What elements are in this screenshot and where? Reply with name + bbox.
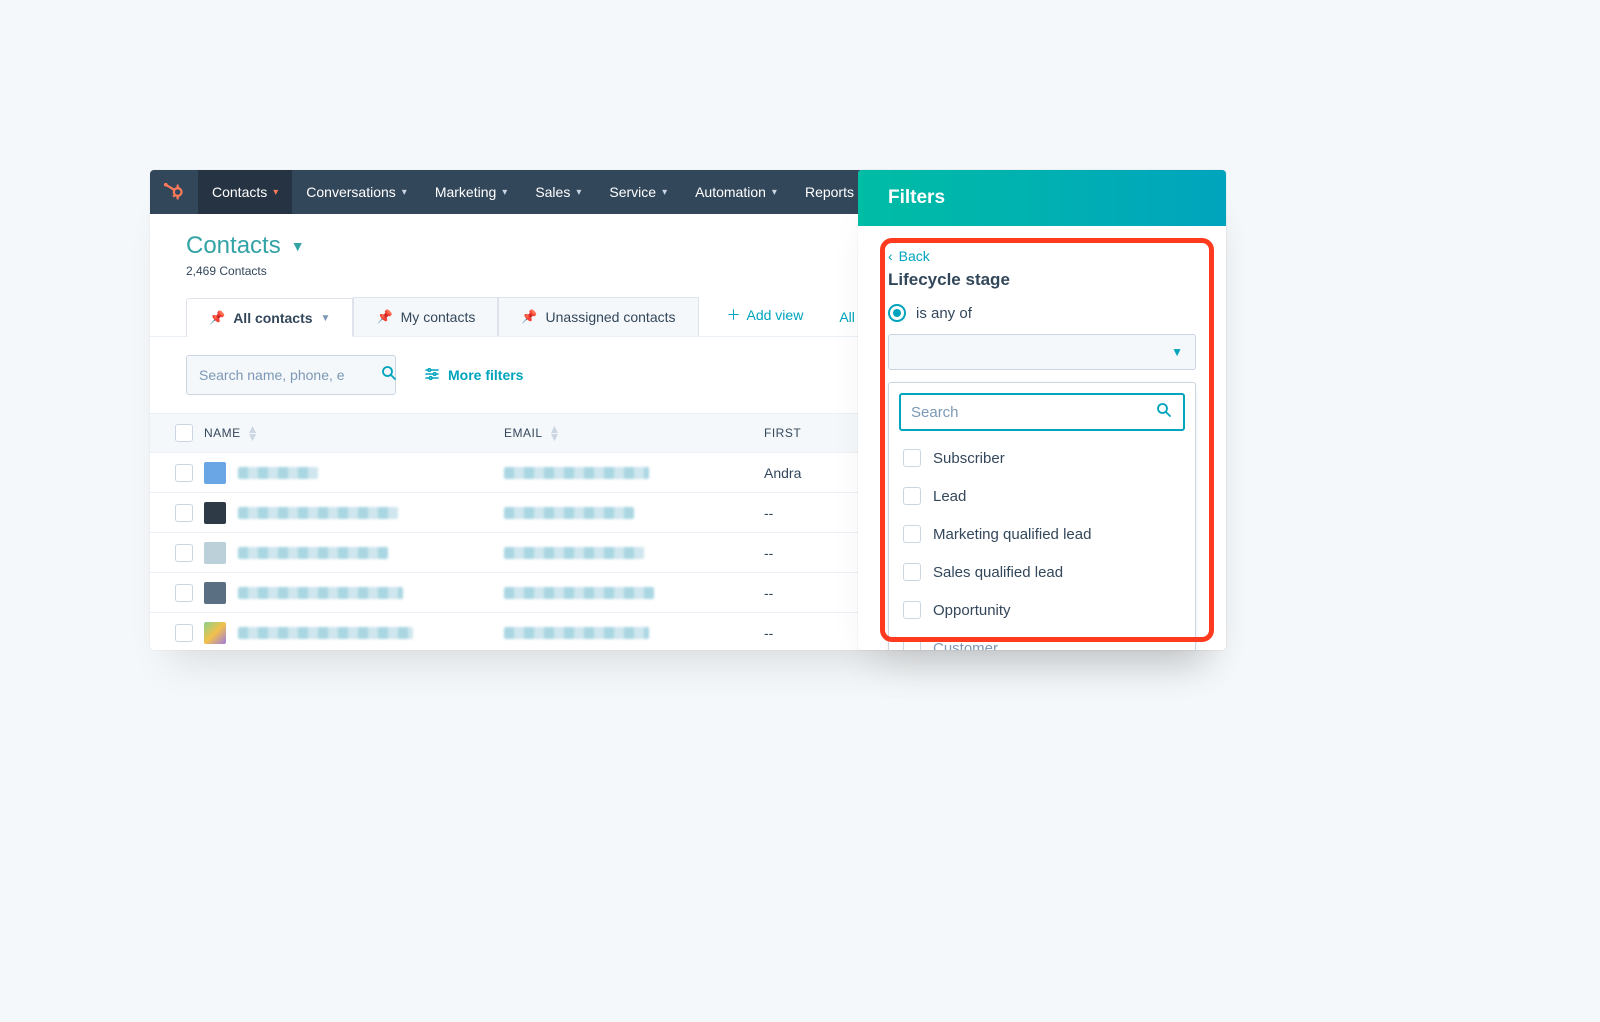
pin-icon: 📌 (209, 310, 225, 326)
page-title-caret-icon[interactable]: ▼ (291, 238, 305, 254)
dropdown-search-field[interactable] (911, 404, 1155, 421)
filters-panel-title: Filters (858, 170, 1226, 226)
page-title[interactable]: Contacts (186, 232, 281, 260)
chevron-down-icon: ▾ (402, 187, 407, 198)
option-checkbox[interactable] (903, 525, 921, 543)
option-checkbox[interactable] (903, 563, 921, 581)
chevron-down-icon: ▾ (772, 187, 777, 198)
redacted-email (504, 547, 644, 559)
filter-options-dropdown: Subscriber Lead Marketing qualified lead Sa… (888, 382, 1196, 650)
option-checkbox[interactable] (903, 601, 921, 619)
nav-item-automation[interactable]: Automation▾ (681, 170, 791, 214)
redacted-name (238, 587, 403, 599)
avatar (204, 542, 226, 564)
filter-option[interactable]: Lead (899, 477, 1185, 515)
nav-item-conversations[interactable]: Conversations▾ (292, 170, 421, 214)
chevron-down-icon: ▾ (662, 187, 667, 198)
row-checkbox[interactable] (175, 624, 193, 642)
sort-icon: ▲▼ (549, 425, 561, 441)
search-input[interactable] (186, 355, 396, 395)
chevron-left-icon: ‹ (888, 248, 893, 264)
avatar (204, 502, 226, 524)
avatar (204, 622, 226, 644)
filter-value-select[interactable]: ▼ (888, 334, 1196, 370)
row-checkbox[interactable] (175, 584, 193, 602)
chevron-down-icon: ▼ (321, 313, 331, 324)
filter-option[interactable]: Subscriber (899, 439, 1185, 477)
chevron-down-icon: ▾ (576, 187, 581, 198)
redacted-name (238, 547, 388, 559)
search-icon (380, 364, 398, 387)
avatar (204, 582, 226, 604)
redacted-email (504, 467, 649, 479)
filter-option[interactable]: Customer (899, 629, 1185, 650)
select-all-checkbox[interactable] (175, 424, 193, 442)
nav-item-contacts[interactable]: Contacts▾ (198, 170, 292, 214)
more-filters-label: More filters (448, 367, 523, 383)
column-header-email[interactable]: EMAIL ▲▼ (504, 425, 764, 441)
more-filters-button[interactable]: More filters (424, 366, 523, 385)
tab-my-contacts[interactable]: 📌My contacts (353, 297, 498, 336)
sliders-icon (424, 366, 440, 385)
redacted-email (504, 507, 634, 519)
row-checkbox[interactable] (175, 544, 193, 562)
filter-operator-label: is any of (916, 305, 972, 322)
redacted-name (238, 507, 398, 519)
row-checkbox[interactable] (175, 464, 193, 482)
add-view-button[interactable]: ＋ Add view (719, 294, 812, 336)
row-checkbox[interactable] (175, 504, 193, 522)
pin-icon: 📌 (521, 309, 537, 325)
search-icon (1155, 401, 1173, 424)
add-view-label: Add view (747, 307, 804, 323)
chevron-down-icon: ▼ (1171, 345, 1183, 359)
redacted-email (504, 587, 654, 599)
option-label: Subscriber (933, 450, 1005, 467)
filter-option[interactable]: Marketing qualified lead (899, 515, 1185, 553)
redacted-name (238, 467, 318, 479)
option-label: Lead (933, 488, 966, 505)
option-label: Sales qualified lead (933, 564, 1063, 581)
avatar (204, 462, 226, 484)
option-checkbox[interactable] (903, 449, 921, 467)
nav-item-marketing[interactable]: Marketing▾ (421, 170, 522, 214)
search-field[interactable] (199, 367, 380, 383)
tab-unassigned-contacts[interactable]: 📌Unassigned contacts (498, 297, 698, 336)
filter-option[interactable]: Opportunity (899, 591, 1185, 629)
back-button[interactable]: ‹ Back (888, 248, 1196, 264)
filters-panel: Filters ‹ Back Lifecycle stage is any of… (858, 170, 1226, 650)
radio-selected-icon (888, 304, 906, 322)
nav-item-sales[interactable]: Sales▾ (521, 170, 595, 214)
chevron-down-icon: ▾ (273, 187, 278, 198)
redacted-email (504, 627, 649, 639)
plus-icon: ＋ (727, 305, 741, 325)
column-header-name[interactable]: NAME ▲▼ (204, 425, 504, 441)
pin-icon: 📌 (376, 309, 392, 325)
option-checkbox[interactable] (903, 487, 921, 505)
redacted-name (238, 627, 413, 639)
chevron-down-icon: ▾ (502, 187, 507, 198)
nav-item-service[interactable]: Service▾ (595, 170, 681, 214)
option-label: Customer (933, 640, 998, 651)
option-label: Opportunity (933, 602, 1011, 619)
option-checkbox[interactable] (903, 639, 921, 650)
filter-operator-radio[interactable]: is any of (888, 304, 1196, 322)
option-label: Marketing qualified lead (933, 526, 1091, 543)
filter-option[interactable]: Sales qualified lead (899, 553, 1185, 591)
filter-property-name: Lifecycle stage (888, 270, 1196, 290)
sort-icon: ▲▼ (247, 425, 259, 441)
hubspot-logo-icon[interactable] (150, 181, 198, 203)
dropdown-search-input[interactable] (899, 393, 1185, 431)
tab-all-contacts[interactable]: 📌All contacts▼ (186, 298, 353, 337)
